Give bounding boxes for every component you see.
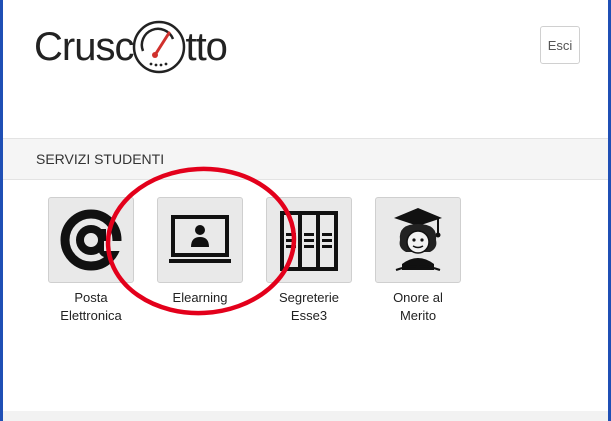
section-title: SERVIZI STUDENTI (36, 151, 165, 167)
tile-icon-box[interactable] (266, 197, 352, 283)
archive-binders-icon (280, 211, 338, 271)
tile-segreterie-esse3[interactable]: Segreterie Esse3 (265, 197, 353, 325)
bottom-bar (3, 411, 608, 421)
speedometer-icon (133, 20, 186, 74)
logo-text-right: tto (185, 25, 227, 69)
tile-icon-box[interactable] (157, 197, 243, 283)
elearning-monitor-icon (169, 215, 231, 263)
tile-label: Segreterie Esse3 (279, 290, 339, 323)
tile-label: Onore al Merito (393, 290, 443, 323)
tile-onore-al-merito[interactable]: Onore al Merito (374, 197, 462, 325)
tile-label: Elearning (172, 290, 228, 305)
graduate-icon (394, 208, 442, 271)
cruscotto-logo[interactable]: Crusc tto (34, 8, 228, 86)
logo-text-left: Crusc (34, 25, 134, 69)
tile-icon-box[interactable] (375, 197, 461, 283)
tile-label: Posta Elettronica (60, 290, 122, 323)
at-sign-icon (60, 209, 122, 271)
section-header: SERVIZI STUDENTI (3, 138, 608, 180)
tile-posta-elettronica[interactable]: Posta Elettronica (47, 197, 135, 325)
tile-icon-box[interactable] (48, 197, 134, 283)
logout-button[interactable]: Esci (540, 26, 580, 64)
window-frame-left (0, 0, 3, 421)
tile-elearning[interactable]: Elearning (156, 197, 244, 307)
